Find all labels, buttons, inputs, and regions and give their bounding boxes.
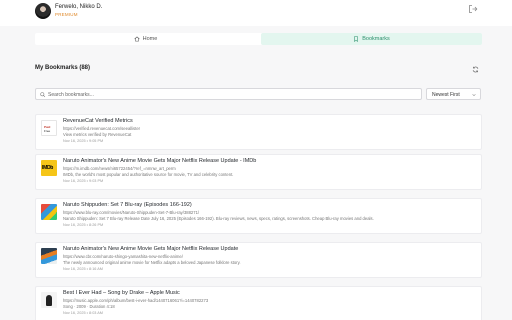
bookmark-description: View metrics verified by RevenueCat xyxy=(63,132,132,137)
bookmark-thumbnail xyxy=(41,204,57,220)
bookmark-date: Nov 16, 2025 • 8:16 AM xyxy=(63,267,103,271)
thumbnail-text: IMDb xyxy=(42,165,54,171)
tab-home-label: Home xyxy=(142,36,158,42)
search-icon xyxy=(40,92,46,98)
search-input[interactable] xyxy=(48,90,408,99)
tab-bookmarks[interactable]: Bookmarks xyxy=(261,33,482,45)
thumbnail-text: Free xyxy=(44,129,51,133)
bookmark-card[interactable]: Naruto Animator's New Anime Movie Gets M… xyxy=(35,242,482,278)
avatar[interactable] xyxy=(35,3,51,19)
nav-tabs: Home Bookmarks xyxy=(35,33,482,45)
bookmark-url[interactable]: https://music.apple.com/ph/album/best-i-… xyxy=(63,298,208,303)
page-title: My Bookmarks (88) xyxy=(35,65,91,71)
bookmark-title[interactable]: Naruto Animator's New Anime Movie Gets M… xyxy=(63,246,238,252)
bookmark-title[interactable]: Naruto Animator's New Anime Movie Gets M… xyxy=(63,158,256,164)
bookmark-url[interactable]: https://www.blu-ray.com/movies/Naruto-Sh… xyxy=(63,210,199,215)
tab-bookmarks-label: Bookmarks xyxy=(362,36,390,42)
bookmark-description: Song · 2009 · Duration 4:18 xyxy=(63,304,115,309)
user-name: Ferwelo, Nikko D. xyxy=(55,4,103,10)
bookmark-card[interactable]: Best I Ever Had – Song by Drake – Apple … xyxy=(35,286,482,320)
bookmark-title[interactable]: RevenueCat Verified Metrics xyxy=(63,118,133,124)
bookmark-card[interactable]: Naruto Shippuden: Set 7 Blu-ray (Episode… xyxy=(35,198,482,234)
sort-select[interactable]: Newest First xyxy=(426,88,481,100)
bookmark-title[interactable]: Best I Ever Had – Song by Drake – Apple … xyxy=(63,290,180,296)
tab-home[interactable]: Home xyxy=(35,33,256,45)
home-icon xyxy=(134,36,140,42)
bookmark-url[interactable]: https://verified.revenuecat.com/seeallis… xyxy=(63,126,140,131)
bookmark-thumbnail xyxy=(41,292,57,308)
person-figure xyxy=(46,295,52,306)
bookmark-date: Nov 16, 2025 • 9:05 PM xyxy=(63,139,104,143)
bookmark-url[interactable]: https://www.cbr.com/naruto-shingo-yamash… xyxy=(63,254,183,259)
search-box xyxy=(35,88,422,100)
bookmark-icon xyxy=(354,36,359,42)
bookmark-card[interactable]: IMDb Naruto Animator's New Anime Movie G… xyxy=(35,154,482,190)
chevron-down-icon xyxy=(472,94,476,97)
bookmark-date: Nov 16, 2025 • 9:03 PM xyxy=(63,179,104,183)
bookmark-url[interactable]: https://m.imdb.com/news/ni65722454/?ref_… xyxy=(63,166,176,171)
plan-badge: PREMIUM xyxy=(55,12,78,17)
bookmark-date: Nov 16, 2025 • 8:03 AM xyxy=(63,311,103,315)
bookmark-thumbnail: Paid Free xyxy=(41,120,57,136)
refresh-icon[interactable] xyxy=(472,66,479,73)
bookmark-card[interactable]: Paid Free RevenueCat Verified Metrics ht… xyxy=(35,114,482,150)
app-header: Ferwelo, Nikko D. PREMIUM xyxy=(0,0,512,26)
bookmark-thumbnail: IMDb xyxy=(41,160,57,176)
bookmark-description: IMDb, the world's most popular and autho… xyxy=(63,172,234,177)
bookmark-title[interactable]: Naruto Shippuden: Set 7 Blu-ray (Episode… xyxy=(63,202,192,208)
bookmark-description: Naruto Shippuden: Set 7 Blu-ray Release … xyxy=(63,216,374,221)
logout-icon[interactable] xyxy=(468,4,478,14)
sort-selected: Newest First xyxy=(432,92,460,98)
bookmark-thumbnail xyxy=(41,248,57,264)
bookmark-date: Nov 16, 2025 • 8:26 PM xyxy=(63,223,104,227)
bookmark-description: The newly announced original anime movie… xyxy=(63,260,241,265)
